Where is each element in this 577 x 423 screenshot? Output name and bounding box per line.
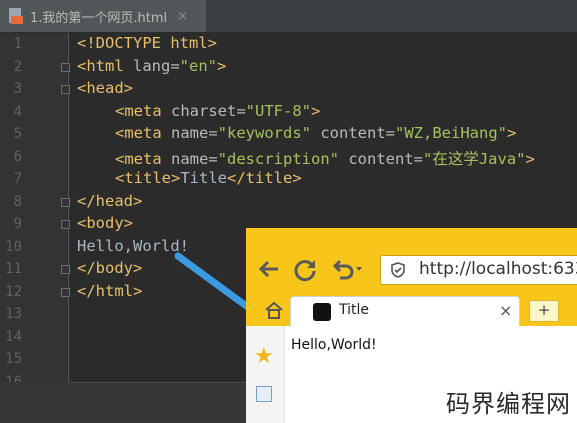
shield-icon [391,262,405,278]
title-close-tag: </title> [227,169,302,187]
intellij-logo-icon [313,303,331,321]
tag-close-bracket: > [311,102,321,120]
html-close-tag: </html> [77,282,143,300]
lang-value: "en" [179,57,217,75]
code-line-1[interactable]: <!DOCTYPE html> [77,34,217,52]
line-number: 15 [5,351,22,367]
content-attr: content= [311,124,395,142]
keywords-value: "keywords" [217,124,311,142]
line-number: 12 [5,284,22,300]
close-icon[interactable]: × [499,301,512,320]
home-icon[interactable] [264,300,284,320]
editor-tab-label: 1.我的第一个网页.html [30,10,168,26]
window-icon[interactable] [256,386,272,402]
body-open-tag: <body> [77,214,133,232]
html-open-tag: <html [77,57,124,75]
editor-tab[interactable]: 1.我的第一个网页.html × [0,0,206,32]
editor-tab-bar: 1.我的第一个网页.html × [0,0,577,33]
code-line-6[interactable]: <meta name="description" content="在这学Jav… [115,147,535,169]
address-bar[interactable]: http://localhost:633 [380,255,577,285]
line-number: 10 [5,239,22,255]
page-content-text: Hello,World! [291,337,377,353]
title-text: Title [180,169,227,187]
fold-marker-icon[interactable] [61,265,70,274]
star-icon[interactable]: ★ [254,344,274,369]
browser-tab-row: Title × + [246,296,577,326]
browser-tab-label: Title [339,302,370,318]
body-close-tag: </body> [77,259,143,277]
meta-tag: <meta [115,102,162,120]
meta-tag: <meta [115,150,162,168]
browser-sidebar: ★ [246,326,285,423]
description-value: "description" [217,150,339,168]
watermark: 码界编程网 [446,390,571,418]
line-number: 11 [5,261,22,277]
line-number: 6 [13,149,22,165]
fold-marker-icon[interactable] [61,220,70,229]
name-attr: name= [161,150,218,168]
head-close-tag: </head> [77,192,143,210]
line-number: 2 [13,59,22,75]
line-number: 13 [5,306,22,322]
tag-close-bracket: > [506,124,517,142]
line-number: 4 [13,104,22,120]
line-number: 8 [13,194,22,210]
code-line-4[interactable]: <meta charset="UTF-8"> [115,102,320,120]
tag-close-bracket: > [217,57,227,75]
html-file-icon [9,8,23,24]
lang-attr: lang= [123,57,180,75]
fold-marker-icon[interactable] [61,85,70,94]
code-line-8[interactable]: </head> [77,192,142,210]
meta-tag: <meta [115,124,162,142]
back-arrow-icon[interactable] [258,260,280,278]
new-tab-button[interactable]: + [529,300,559,322]
line-number: 5 [13,126,22,142]
line-number: 14 [5,329,22,345]
code-line-3[interactable]: <head> [77,79,133,97]
url-text: http://localhost:633 [419,259,577,279]
code-line-7[interactable]: <title>Title</title> [115,169,302,187]
undo-icon[interactable] [330,258,364,280]
description-content: "在这学Java" [423,150,526,168]
charset-attr: charset= [161,102,246,120]
content-attr: content= [339,150,423,168]
charset-value: "UTF-8" [245,102,311,120]
fold-marker-icon[interactable] [61,198,70,207]
code-line-9[interactable]: <body> [77,214,133,232]
code-line-12[interactable]: </html> [77,282,142,300]
keywords-content: "WZ,BeiHang" [395,124,507,142]
name-attr: name= [161,124,218,142]
title-open-tag: <title> [115,169,181,187]
fold-marker-icon[interactable] [61,288,70,297]
browser-toolbar: http://localhost:633 [246,228,577,296]
doctype: <!DOCTYPE html> [77,34,217,52]
line-number: 7 [13,171,22,187]
browser-tab-title[interactable]: Title × [290,296,520,326]
code-line-5[interactable]: <meta name="keywords" content="WZ,BeiHan… [115,124,516,142]
code-line-2[interactable]: <html lang="en"> [77,57,226,75]
line-number: 3 [13,81,22,97]
head-open-tag: <head> [77,79,133,97]
refresh-icon[interactable] [292,257,318,283]
tag-close-bracket: > [525,150,535,168]
fold-marker-icon[interactable] [61,63,70,72]
close-icon[interactable]: × [177,9,188,24]
line-number: 1 [13,36,22,52]
line-number: 9 [13,216,22,232]
code-line-11[interactable]: </body> [77,259,142,277]
